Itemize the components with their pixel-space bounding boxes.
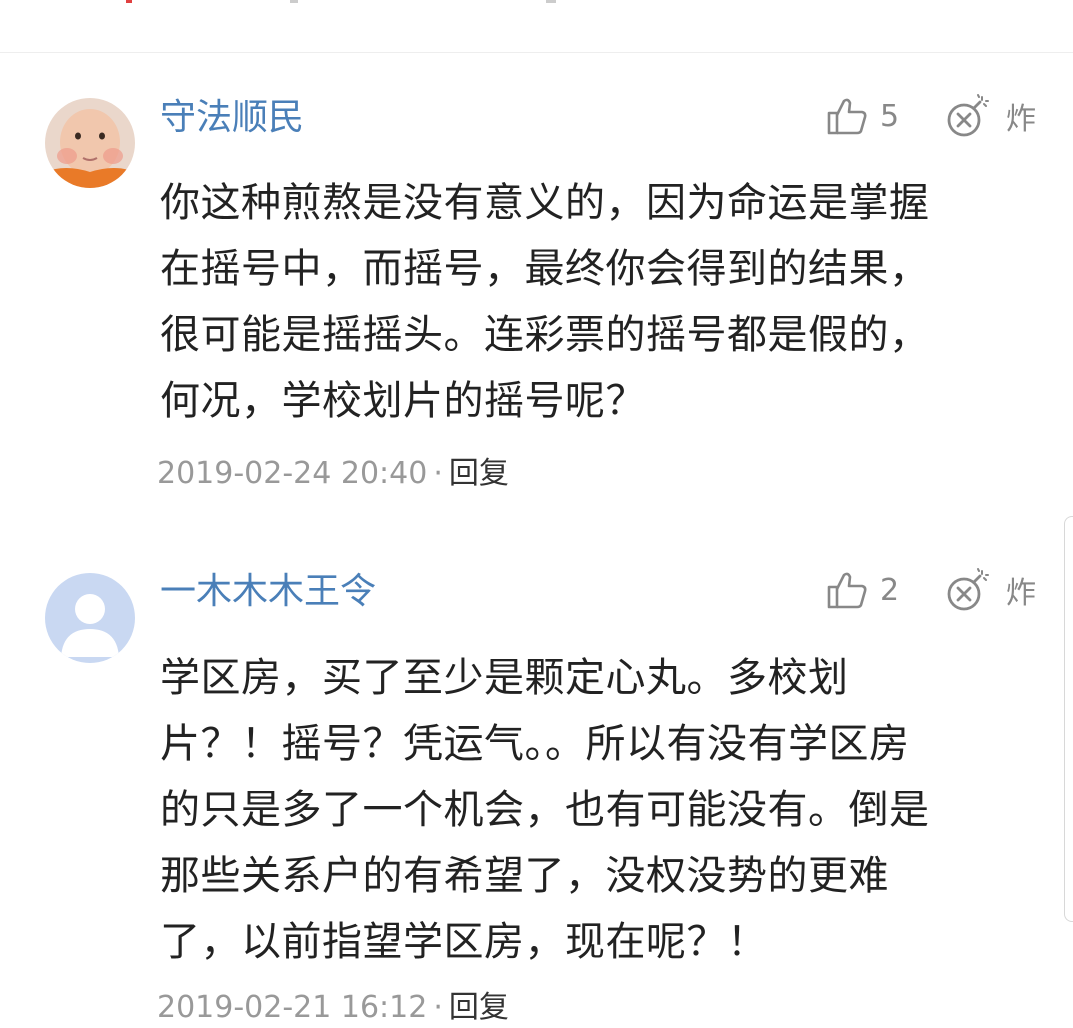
cutoff-fragment	[126, 0, 132, 3]
comment-text-line: 很可能是摇摇头。连彩票的摇号都是假的，	[160, 312, 930, 358]
comment-text-line: 学区房，买了至少是颗定心丸。多校划	[160, 655, 849, 701]
child-photo-avatar-icon	[45, 98, 135, 188]
like-count: 5	[880, 98, 900, 134]
comment-text: 学区房，买了至少是颗定心丸。多校划 片？！摇号？凭运气。。所以有没有学区房 的只…	[160, 645, 1050, 975]
comment-username[interactable]: 一木木木王令	[160, 572, 376, 612]
bomb-label: 炸	[1006, 576, 1036, 611]
comment-text-line: 了，以前指望学区房，现在呢？！	[160, 919, 768, 965]
comment-meta: 2019-02-24 20:40 · 回复	[157, 454, 509, 494]
meta-separator: ·	[433, 990, 443, 1025]
like-button[interactable]: 5	[826, 94, 899, 138]
cutoff-fragment	[546, 0, 556, 3]
bomb-label: 炸	[1006, 102, 1036, 137]
bomb-button[interactable]: 炸	[944, 568, 1036, 612]
comment-text-line: 片？！摇号？凭运气。。所以有没有学区房	[160, 721, 910, 767]
comment-text-line: 在摇号中，而摇号，最终你会得到的结果，	[160, 246, 930, 292]
bomb-button[interactable]: 炸	[944, 94, 1036, 138]
comment-text-line: 何况，学校划片的摇号呢？	[160, 378, 646, 424]
thumbs-up-icon	[827, 98, 867, 135]
default-user-avatar-icon	[45, 573, 135, 663]
bomb-icon	[947, 94, 989, 137]
reply-button[interactable]: 回复	[449, 456, 509, 491]
side-panel-edge[interactable]	[1064, 516, 1073, 922]
meta-separator: ·	[433, 456, 443, 491]
cutoff-fragment	[290, 0, 298, 3]
like-button[interactable]: 2	[826, 568, 899, 612]
reply-button[interactable]: 回复	[449, 990, 509, 1025]
comment-text-line: 你这种煎熬是没有意义的，因为命运是掌握	[160, 180, 930, 226]
like-count: 2	[880, 572, 900, 608]
comment-timestamp: 2019-02-24 20:40	[157, 456, 428, 491]
user-avatar[interactable]	[45, 573, 135, 663]
thumbs-up-icon	[827, 572, 867, 609]
user-avatar[interactable]	[45, 98, 135, 188]
bomb-icon	[947, 568, 989, 611]
comment-text-line: 的只是多了一个机会，也有可能没有。倒是	[160, 787, 930, 833]
previous-content-edge	[0, 0, 1073, 53]
comment-text: 你这种煎熬是没有意义的，因为命运是掌握 在摇号中，而摇号，最终你会得到的结果， …	[160, 170, 1050, 434]
comment-meta: 2019-02-21 16:12 · 回复	[157, 988, 509, 1028]
comment-username[interactable]: 守法顺民	[160, 98, 304, 138]
comment-timestamp: 2019-02-21 16:12	[157, 990, 428, 1025]
comment-text-line: 那些关系户的有希望了，没权没势的更难	[160, 853, 889, 899]
